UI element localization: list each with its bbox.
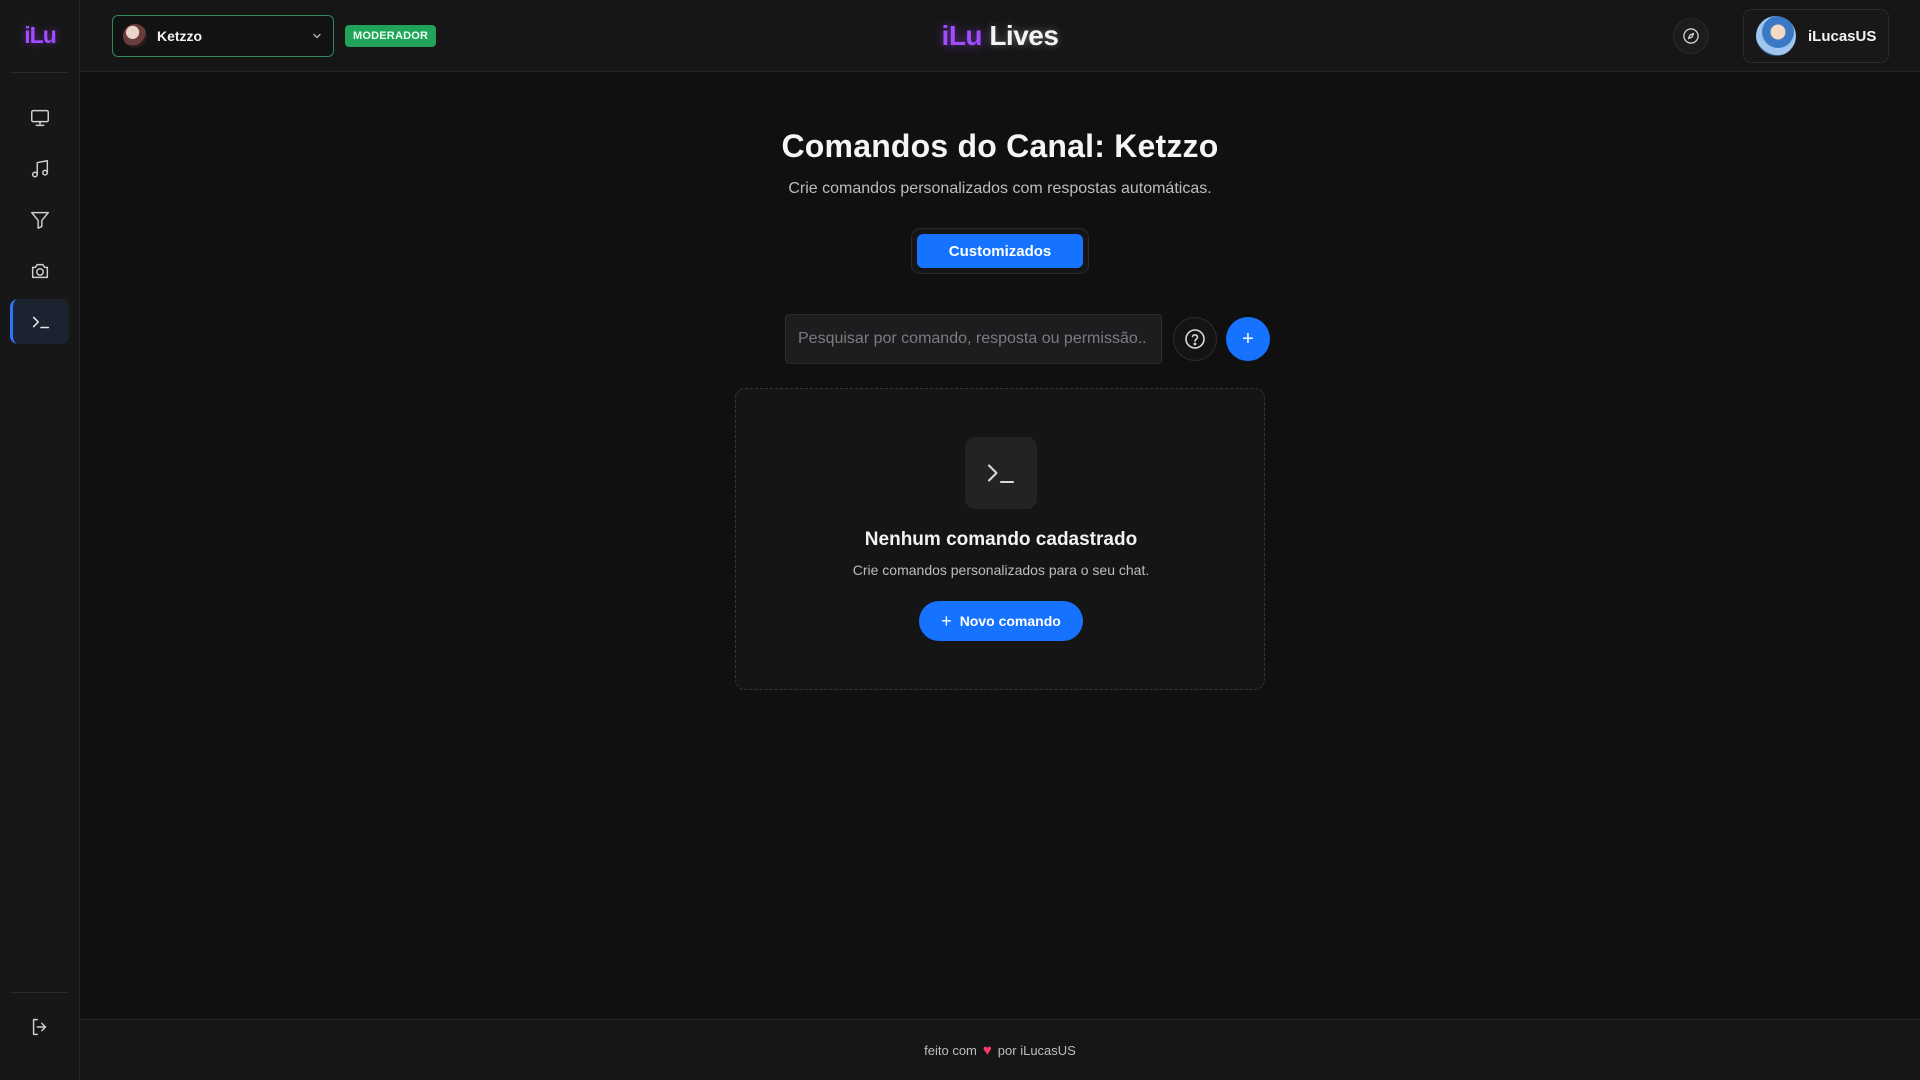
terminal-icon: [987, 464, 1015, 484]
sidebar-item-filter[interactable]: [10, 197, 69, 242]
camera-icon: [31, 263, 48, 278]
channel-name: Ketzzo: [157, 28, 203, 44]
footer-text-after: por iLucasUS: [997, 1042, 1076, 1058]
empty-state-icon-box: [965, 437, 1037, 509]
brand-logo-part2[interactable]: Lives: [989, 20, 1059, 51]
user-name: iLucasUS: [1808, 27, 1877, 45]
music-icon: [31, 159, 48, 178]
new-command-label: Novo comando: [959, 613, 1061, 629]
sidebar-item-commands[interactable]: [10, 299, 69, 344]
empty-state-card: Nenhum comando cadastrado Crie comandos …: [735, 388, 1265, 690]
chevron-down-icon: [313, 33, 321, 39]
sidebar-logo[interactable]: iLu: [0, 22, 80, 49]
help-icon: [1185, 329, 1205, 349]
explore-button[interactable]: [1673, 18, 1709, 54]
channel-avatar: [123, 24, 147, 48]
page-subtitle: Crie comandos personalizados com respost…: [788, 180, 1212, 197]
avatar: [1756, 16, 1796, 56]
new-command-button[interactable]: + Novo comando: [919, 601, 1083, 641]
top-header: Ketzzo MODERADOR iLu Lives iLucasUS: [80, 0, 1920, 72]
sidebar-item-monitor[interactable]: [10, 95, 69, 140]
filter-icon: [30, 211, 49, 229]
logout-button[interactable]: [10, 1004, 69, 1049]
sidebar-divider-bottom: [10, 992, 69, 993]
logout-icon: [32, 1018, 46, 1035]
empty-state-title: Nenhum comando cadastrado: [864, 529, 1138, 550]
sidebar-divider-top: [10, 72, 69, 73]
brand-logo-part1[interactable]: iLu: [942, 20, 983, 51]
add-command-button[interactable]: +: [1226, 317, 1270, 361]
terminal-icon: [32, 316, 50, 328]
heart-icon: ♥: [982, 1041, 992, 1059]
channel-select[interactable]: Ketzzo: [112, 15, 334, 57]
footer: feito com ♥ por iLucasUS: [80, 1019, 1920, 1080]
sidebar-item-camera[interactable]: [10, 248, 69, 293]
search-input[interactable]: [785, 314, 1162, 364]
page-title: Comandos do Canal: Ketzzo: [781, 128, 1219, 164]
sidebar-item-music[interactable]: [10, 146, 69, 191]
plus-icon: +: [941, 611, 952, 631]
tab-group: Customizados: [911, 228, 1089, 274]
user-menu[interactable]: iLucasUS: [1743, 9, 1889, 63]
monitor-icon: [30, 109, 49, 126]
empty-state-description: Crie comandos personalizados para o seu …: [852, 562, 1150, 578]
footer-text-before: feito com: [924, 1042, 977, 1058]
role-badge: MODERADOR: [345, 25, 437, 47]
sidebar: iLu: [0, 0, 80, 1080]
tab-customizados[interactable]: Customizados: [917, 234, 1083, 268]
help-button[interactable]: [1173, 317, 1217, 361]
compass-icon: [1683, 28, 1699, 44]
